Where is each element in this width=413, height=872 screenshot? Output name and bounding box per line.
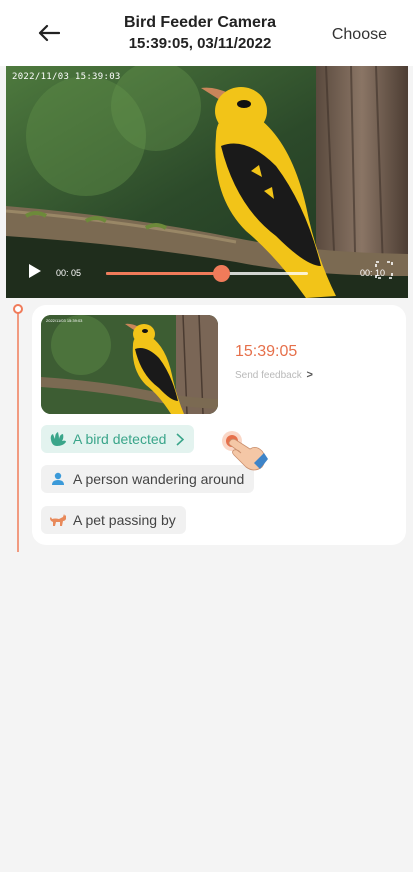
app-header: Bird Feeder Camera 15:39:05, 03/11/2022 … [0,0,413,66]
send-feedback-label: Send feedback [235,370,302,381]
fullscreen-icon [375,261,393,279]
chevron-right-icon [176,432,185,446]
fullscreen-button[interactable] [375,261,393,284]
video-controls: 00: 05 00: 10 [6,256,408,296]
back-button[interactable] [34,18,64,48]
event-thumbnail[interactable]: 2022/11/03 15:39:03 [41,315,218,414]
thumbnail-timestamp: 2022/11/03 15:39:03 [46,318,83,323]
play-button[interactable] [28,263,42,284]
tag-person-label: A person wandering around [73,471,245,487]
page-subtitle: 15:39:05, 03/11/2022 [128,35,272,52]
page-title: Bird Feeder Camera [123,14,277,31]
play-icon [29,264,41,278]
bird-thumbnail-image [41,315,218,414]
tap-hand-icon [220,429,270,478]
video-player[interactable]: 2022/11/03 15:39:03 00: 05 00: 10 [6,66,408,298]
current-time: 00: 05 [56,268,82,278]
event-card: 2022/11/03 15:39:03 15:39:05 Send feedba… [32,305,406,545]
timeline-line [17,312,19,552]
header-title-group: Bird Feeder Camera 15:39:05, 03/11/2022 [80,13,320,54]
send-feedback-link[interactable]: Send feedback > [235,369,313,381]
tag-pet-passing[interactable]: A pet passing by [41,506,186,534]
tag-pet-label: A pet passing by [73,512,176,528]
choose-button[interactable]: Choose [332,26,387,44]
pet-icon [49,511,67,529]
person-icon [49,470,67,488]
arrow-left-icon [38,24,60,42]
tag-bird-detected[interactable]: A bird detected [41,425,195,453]
progress-fill [106,272,222,275]
timeline-dot [13,304,23,314]
chevron-right-icon: > [306,369,313,381]
progress-knob[interactable] [213,265,231,282]
video-timestamp: 2022/11/03 15:39:03 [12,72,121,82]
tag-bird-label: A bird detected [73,431,167,447]
bird-hand-icon [49,430,67,448]
event-time: 15:39:05 [235,343,298,360]
progress-track[interactable] [106,265,308,282]
